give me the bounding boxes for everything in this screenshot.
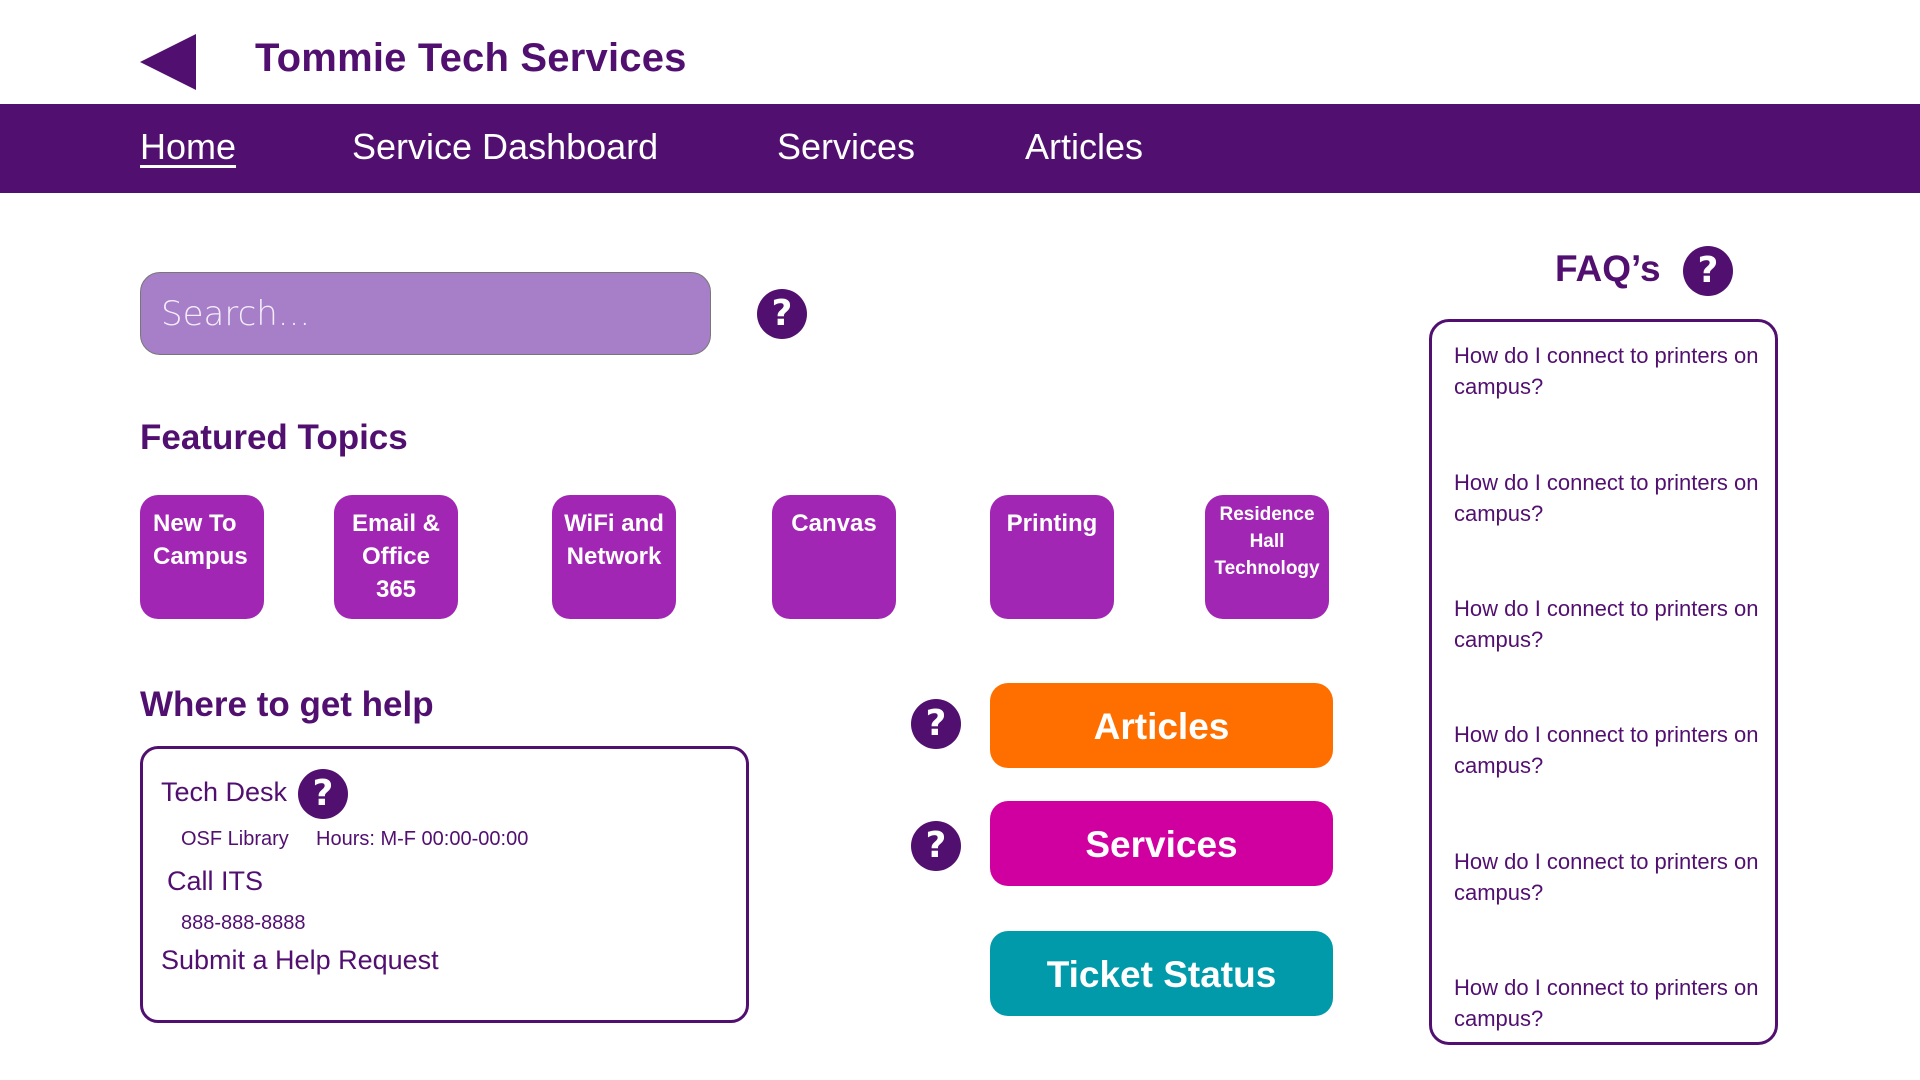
tile-wifi-network[interactable]: WiFi and Network xyxy=(552,495,676,619)
nav-item-home[interactable]: Home xyxy=(140,126,236,168)
faq-item[interactable]: How do I connect to printers on campus? xyxy=(1454,972,1764,1034)
faq-item[interactable]: How do I connect to printers on campus? xyxy=(1454,467,1764,529)
faq-heading: FAQ’s xyxy=(1555,248,1661,289)
ticket-status-button[interactable]: Ticket Status xyxy=(990,931,1333,1016)
featured-topics-heading: Featured Topics xyxy=(140,418,408,457)
search-bar xyxy=(140,272,711,355)
its-phone-number[interactable]: 888-888-8888 xyxy=(181,912,306,935)
nav-item-services[interactable]: Services xyxy=(777,126,915,168)
search-help-question-icon[interactable]: ? xyxy=(757,289,807,339)
tile-residence-hall-technology[interactable]: Residence Hall Technology xyxy=(1205,495,1329,619)
tile-printing[interactable]: Printing xyxy=(990,495,1114,619)
articles-button[interactable]: Articles xyxy=(990,683,1333,768)
faq-question-icon[interactable]: ? xyxy=(1683,246,1733,296)
back-triangle-icon xyxy=(140,34,196,90)
faq-item[interactable]: How do I connect to printers on campus? xyxy=(1454,340,1764,402)
tile-new-to-campus[interactable]: New To Campus xyxy=(140,495,264,619)
app-title: Tommie Tech Services xyxy=(255,36,687,80)
nav-item-articles[interactable]: Articles xyxy=(1025,126,1143,168)
nav-bar: Home Service Dashboard Services Articles xyxy=(0,104,1920,193)
faq-item[interactable]: How do I connect to printers on campus? xyxy=(1454,846,1764,908)
faq-list: How do I connect to printers on campus? … xyxy=(1429,319,1778,1045)
tech-desk-question-icon[interactable]: ? xyxy=(298,769,348,819)
help-box: Tech Desk ? OSF Library Hours: M-F 00:00… xyxy=(140,746,749,1023)
call-its-label: Call ITS xyxy=(167,866,264,896)
services-button[interactable]: Services xyxy=(990,801,1333,886)
submit-help-request-link[interactable]: Submit a Help Request xyxy=(161,945,439,976)
tile-email-office-365[interactable]: Email & Office 365 xyxy=(334,495,458,619)
nav-item-service-dashboard[interactable]: Service Dashboard xyxy=(352,126,658,168)
articles-question-icon[interactable]: ? xyxy=(911,699,961,749)
where-to-get-help-heading: Where to get help xyxy=(140,685,434,724)
tech-desk-location: OSF Library xyxy=(181,828,289,850)
tile-canvas[interactable]: Canvas xyxy=(772,495,896,619)
tech-desk-hours: Hours: M-F 00:00-00:00 xyxy=(316,828,529,850)
faq-item[interactable]: How do I connect to printers on campus? xyxy=(1454,719,1764,781)
search-input[interactable] xyxy=(141,273,710,354)
faq-item[interactable]: How do I connect to printers on campus? xyxy=(1454,593,1764,655)
back-button[interactable] xyxy=(140,34,196,90)
services-question-icon[interactable]: ? xyxy=(911,821,961,871)
tech-desk-label[interactable]: Tech Desk xyxy=(161,777,287,808)
